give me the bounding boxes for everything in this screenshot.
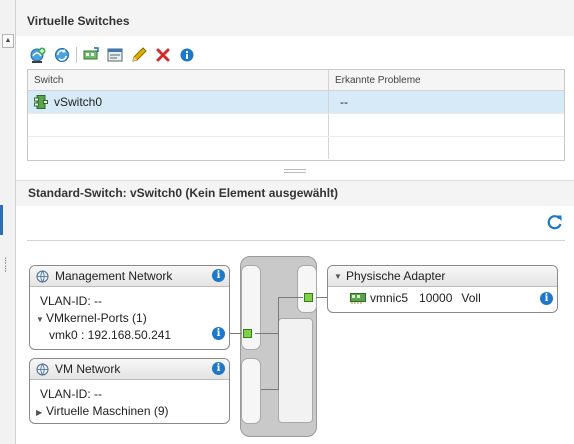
vlan-id-label: VLAN-ID: -- (40, 387, 103, 401)
switch-cell: vSwitch0 (28, 91, 329, 113)
table-header: Switch Erkannte Probleme (28, 70, 564, 91)
refresh-network-button[interactable] (51, 45, 73, 65)
port-group-header: Management Network i (30, 266, 229, 287)
remove-icon (156, 48, 170, 62)
switch-table: Switch Erkannte Probleme vSwitch0 -- (27, 69, 565, 161)
issues-cell: -- (340, 95, 348, 109)
info-icon[interactable]: i (212, 269, 225, 282)
port-group-header: VM Network i (30, 359, 229, 380)
port-group-vm-network[interactable]: VM Network i VLAN-ID: -- ▶ Virtuelle Masc… (29, 358, 230, 424)
vmkernel-ports-toggle[interactable]: ▼ VMkernel-Ports (1) (36, 311, 147, 325)
port-indicator-icon (304, 293, 313, 302)
virtual-switch-icon (34, 95, 48, 109)
virtual-machines-label: Virtuelle Maschinen (9) (46, 404, 169, 418)
physical-adapters-title: Physische Adapter (346, 269, 446, 283)
backbone-slot (297, 265, 317, 313)
adapter-speed: 10000 (419, 291, 453, 305)
connection-line (255, 333, 278, 334)
info-icon[interactable]: i (212, 327, 225, 340)
connection-line (278, 297, 279, 389)
table-row-empty (28, 137, 564, 159)
virtual-machines-toggle[interactable]: ▶ Virtuelle Maschinen (9) (36, 404, 169, 418)
network-globe-icon (36, 270, 49, 283)
adapter-duplex: Voll (461, 291, 481, 305)
refresh-icon[interactable] (547, 214, 563, 230)
left-panel-strip: ▲ ⁝ ⁝ (0, 0, 16, 444)
expand-arrow-icon: ▼ (334, 271, 342, 281)
adapter-name: vmnic5 (370, 291, 409, 305)
column-header-issues[interactable]: Erkannte Probleme (329, 70, 564, 90)
scroll-up-arrow-icon[interactable]: ▲ (2, 34, 14, 48)
migrate-adapter-icon (83, 47, 99, 60)
switch-name: vSwitch0 (54, 95, 103, 109)
expand-arrow-icon: ▼ (36, 315, 44, 324)
panel-splitter[interactable] (16, 166, 574, 178)
vmkernel-port-item[interactable]: vmk0 : 192.168.50.241 (49, 328, 171, 342)
toolbar-separator (76, 47, 77, 63)
backbone-slot (241, 358, 261, 424)
selection-marker (0, 205, 3, 235)
info-icon[interactable]: i (212, 362, 225, 375)
info-icon (180, 48, 194, 62)
table-row-empty (28, 114, 564, 137)
port-group-name: Management Network (55, 269, 173, 283)
edit-icon (132, 47, 147, 62)
edit-button[interactable] (128, 45, 150, 65)
virtual-switches-title: Virtuelle Switches (27, 14, 130, 28)
collapse-arrow-icon: ▶ (36, 408, 43, 417)
connection-line (261, 389, 279, 390)
adapter-row[interactable]: vmnic5 10000 Voll (350, 291, 481, 305)
settings-icon (107, 48, 123, 62)
connection-line (230, 333, 242, 334)
add-host-networking-button[interactable] (27, 45, 49, 65)
vlan-id-label: VLAN-ID: -- (40, 294, 103, 308)
connection-line (278, 297, 303, 298)
resize-grip-icon[interactable]: ⁝ ⁝ (4, 257, 7, 275)
port-indicator-icon (243, 329, 252, 338)
network-card-icon (350, 293, 366, 304)
refresh-network-icon (55, 48, 69, 62)
backbone-slot (278, 318, 313, 423)
add-host-networking-icon (30, 47, 46, 63)
migrate-adapter-button[interactable] (80, 45, 102, 65)
standard-switch-title: Standard-Switch: vSwitch0 (Kein Element … (28, 186, 339, 200)
info-icon[interactable]: i (540, 292, 553, 305)
section-divider (27, 240, 565, 241)
physical-adapters-group[interactable]: ▼ Physische Adapter vmnic5 10000 Voll i (327, 265, 558, 313)
port-group-management-network[interactable]: Management Network i VLAN-ID: -- ▼ VMkern… (29, 265, 230, 350)
vmkernel-ports-label: VMkernel-Ports (1) (46, 311, 147, 325)
port-group-name: VM Network (55, 362, 121, 376)
splitter-grip-icon (284, 169, 306, 173)
info-button[interactable] (176, 45, 198, 65)
column-header-switch[interactable]: Switch (28, 70, 329, 90)
physical-adapters-header[interactable]: ▼ Physische Adapter (328, 266, 557, 287)
switch-toolbar (27, 45, 200, 65)
table-row[interactable]: vSwitch0 -- (28, 91, 564, 114)
settings-button[interactable] (104, 45, 126, 65)
remove-button[interactable] (152, 45, 174, 65)
network-globe-icon (36, 363, 49, 376)
